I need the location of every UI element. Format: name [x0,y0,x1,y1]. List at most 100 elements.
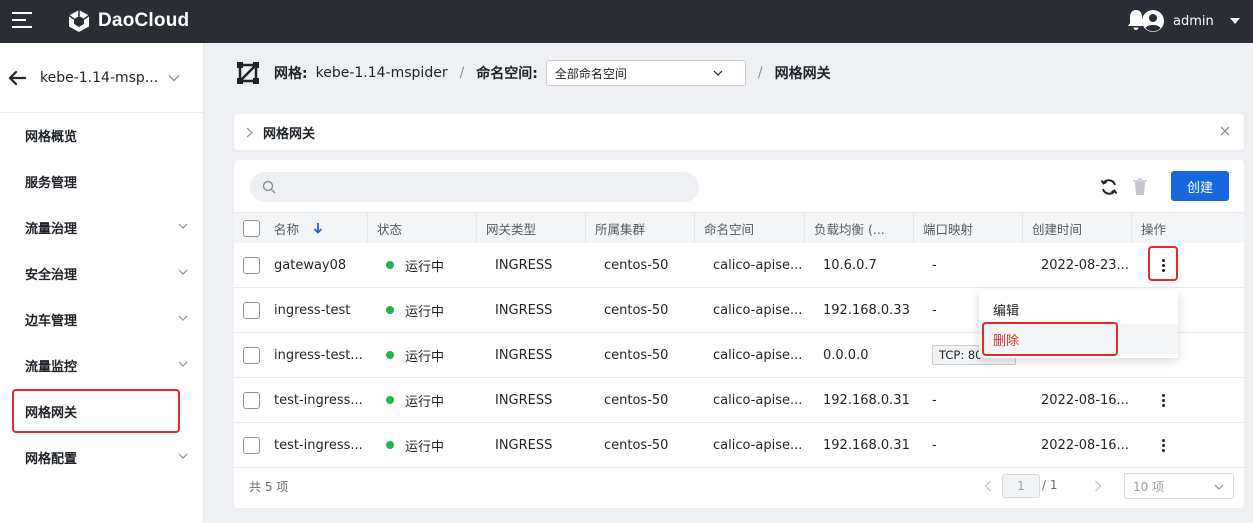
breadcrumb-separator: / [459,65,465,81]
row-actions-menu: 编辑 删除 [979,290,1178,358]
chevron-down-icon [178,361,188,367]
chevron-down-icon [1214,484,1224,490]
next-page-icon[interactable] [1094,480,1102,492]
status-text: 运行中 [405,349,445,365]
namespace-select-value: 全部命名空间 [554,66,627,81]
port-mapping-cell: - [932,437,937,453]
created-time-cell: 2022-08-16... [1041,437,1129,453]
column-header-port-mapping: 端口映射 [914,213,1023,243]
sidebar-item-label: 网格配置 [25,451,78,467]
sidebar-item-sidecar-management[interactable]: 边车管理 [0,296,204,342]
breadcrumb: 网格: kebe-1.14-mspider / 命名空间: 全部命名空间 / 网… [236,58,831,88]
cluster-cell: centos-50 [604,347,669,363]
table-row[interactable]: test-ingress... 运行中 INGRESS centos-50 ca… [234,423,1244,468]
sidebar-item-label: 服务管理 [25,175,78,191]
namespace-label: 命名空间: [476,66,538,82]
gateway-name-link[interactable]: ingress-test [274,303,350,318]
search-icon [262,180,276,194]
gateway-name-link[interactable]: test-ingress... [274,393,363,408]
row-checkbox[interactable] [243,346,260,364]
chevron-down-icon [178,315,188,321]
trash-icon[interactable] [1132,177,1148,196]
create-button[interactable]: 创建 [1171,171,1229,201]
column-header-name[interactable]: 名称 [234,213,368,243]
type-cell: INGRESS [495,437,553,453]
status-cell: 运行中 [377,333,486,377]
page-size-value: 10 项 [1133,479,1165,494]
status-cell: 运行中 [377,378,486,422]
sidebar-item-traffic-monitoring[interactable]: 流量监控 [0,342,204,388]
sidebar-item-traffic-governance[interactable]: 流量治理 [0,204,204,250]
page-number-input[interactable]: 1 [1002,474,1040,498]
status-cell: 运行中 [377,423,486,467]
total-count: 共 5 项 [249,480,289,494]
cluster-cell: centos-50 [604,257,669,273]
sidebar-item-security-governance[interactable]: 安全治理 [0,250,204,296]
search-input[interactable] [284,179,684,195]
status-text: 运行中 [405,394,445,410]
table-row[interactable]: gateway08 运行中 INGRESS centos-50 calico-a… [234,243,1244,288]
prev-page-icon[interactable] [984,480,992,492]
user-menu[interactable]: admin [1141,7,1240,35]
select-all-checkbox[interactable] [243,219,260,237]
page-size-select[interactable]: 10 项 [1124,473,1234,499]
row-checkbox[interactable] [243,391,260,409]
gateway-name-link[interactable]: ingress-test... [274,348,363,363]
more-actions-icon[interactable] [1156,388,1170,412]
column-label: 状态 [377,221,403,237]
column-label: 命名空间 [704,221,755,237]
column-header-status: 状态 [368,213,477,243]
load-balancer-cell: 10.6.0.7 [823,257,877,273]
status-cell: 运行中 [377,243,486,287]
type-cell: INGRESS [495,347,553,363]
status-dot-icon [386,441,394,449]
caret-down-icon [1229,18,1240,24]
column-label: 名称 [274,221,300,237]
hamburger-menu-icon[interactable] [12,12,32,30]
load-balancer-cell: 0.0.0.0 [823,347,869,363]
row-checkbox[interactable] [243,436,260,454]
more-actions-icon[interactable] [1156,253,1170,277]
sidebar-item-label: 流量治理 [25,221,78,237]
sidebar-item-label: 网格网关 [25,405,78,421]
close-icon[interactable] [1220,126,1230,136]
load-balancer-cell: 192.168.0.31 [823,437,910,453]
chevron-down-icon[interactable] [168,74,180,82]
created-time-cell: 2022-08-23... [1041,257,1129,273]
mesh-switcher[interactable]: kebe-1.14-msp... [0,43,203,113]
chevron-right-icon[interactable] [246,127,253,138]
refresh-icon[interactable] [1100,178,1118,196]
load-balancer-cell: 192.168.0.33 [823,302,910,318]
more-actions-icon[interactable] [1156,433,1170,457]
row-checkbox[interactable] [243,256,260,274]
sidebar-item-mesh-gateway[interactable]: 网格网关 [0,388,204,434]
sidebar-item-mesh-config[interactable]: 网格配置 [0,434,204,480]
menu-item-delete[interactable]: 删除 [979,324,1178,354]
avatar-icon [1142,10,1164,32]
sort-arrow-down-icon[interactable] [313,222,323,234]
sidebar-item-label: 边车管理 [25,313,78,329]
column-header-load-balancer: 负载均衡 (... [805,213,914,243]
cluster-cell: centos-50 [604,302,669,318]
brand-name: DaoCloud [98,10,190,31]
gateway-name-link[interactable]: test-ingress... [274,438,363,453]
top-bar: DaoCloud admin [0,0,1253,43]
column-label: 负载均衡 (... [814,221,885,237]
gateway-name-link[interactable]: gateway08 [274,258,346,273]
sidebar-item-mesh-overview[interactable]: 网格概览 [0,112,204,158]
logo[interactable]: DaoCloud [66,6,189,36]
sidebar: kebe-1.14-msp... 网格概览 服务管理 流量治理 安全治理 边车管… [0,43,204,523]
sidebar-item-service-management[interactable]: 服务管理 [0,158,204,204]
status-cell: 运行中 [377,288,486,332]
column-label: 操作 [1141,221,1167,237]
menu-item-edit[interactable]: 编辑 [979,294,1178,324]
table-row[interactable]: test-ingress... 运行中 INGRESS centos-50 ca… [234,378,1244,423]
section-header[interactable]: 网格网关 [234,114,1244,150]
column-header-gateway-type: 网关类型 [477,213,586,243]
search-box[interactable] [250,172,699,202]
mesh-icon [237,62,259,84]
back-arrow-icon[interactable] [8,70,26,86]
namespace-select[interactable]: 全部命名空间 [545,60,746,86]
mesh-value[interactable]: kebe-1.14-mspider [316,65,448,81]
row-checkbox[interactable] [243,301,260,319]
